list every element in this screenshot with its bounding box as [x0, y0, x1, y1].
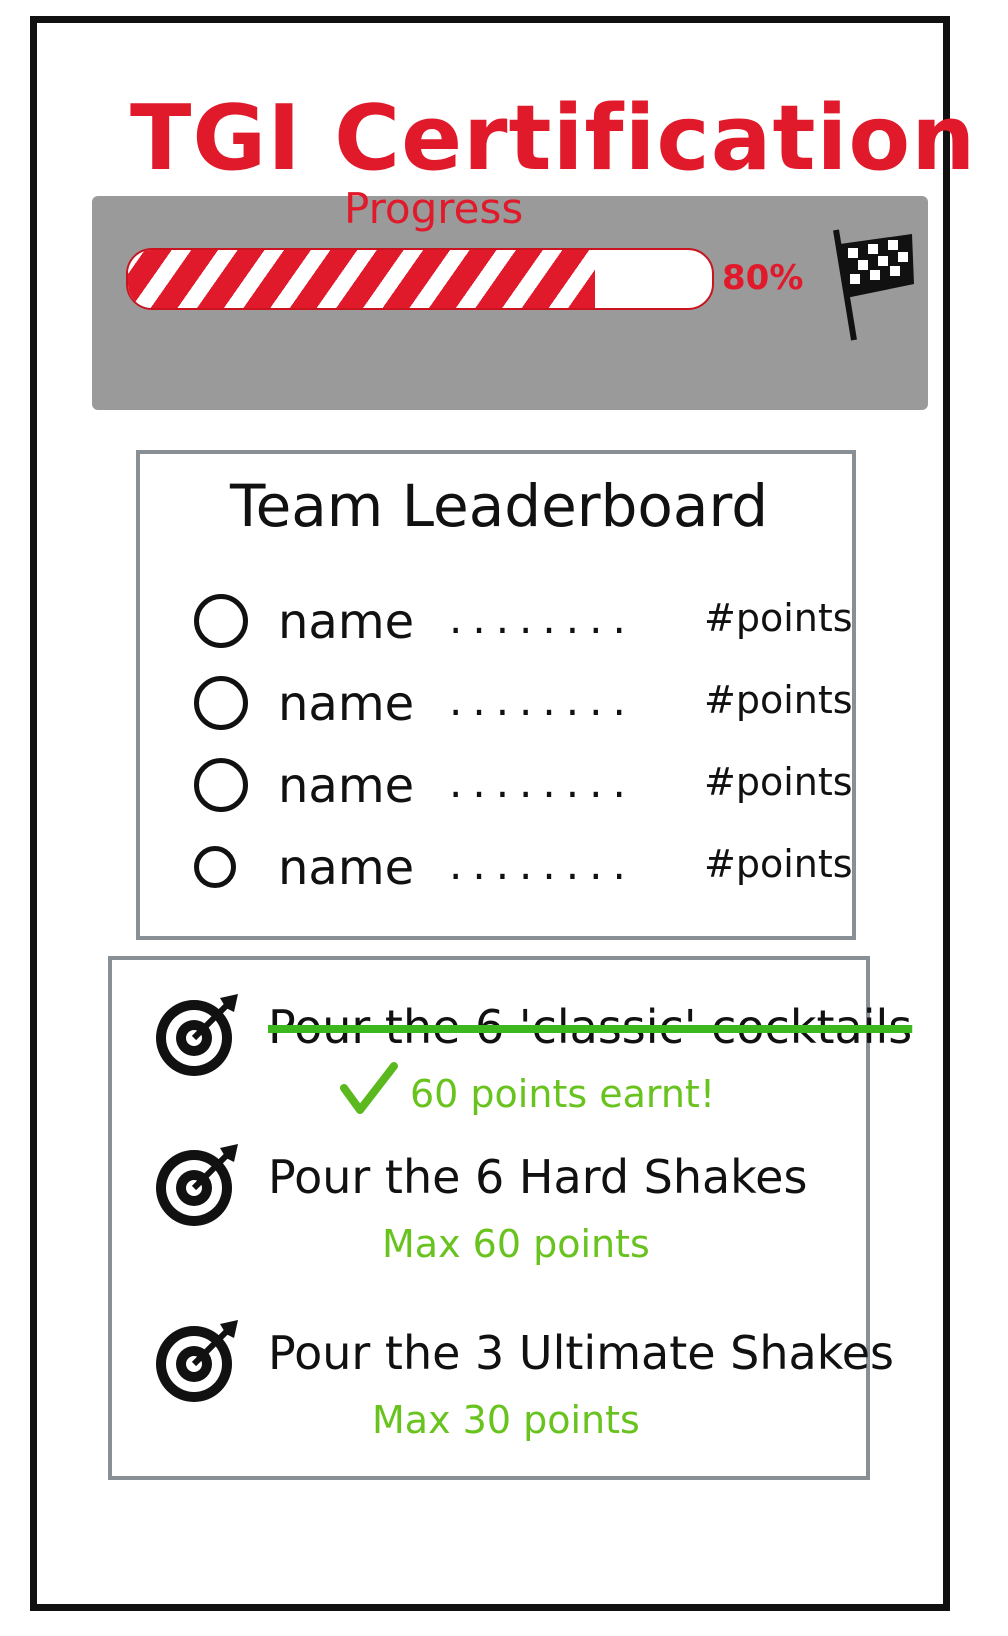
progress-value: 80%: [722, 258, 804, 298]
check-icon: [340, 1062, 398, 1114]
leaderboard-points: #points: [704, 760, 853, 804]
team-leaderboard: Team Leaderboard name ........ #points n…: [136, 450, 856, 940]
goal-item[interactable]: Pour the 6 Hard Shakes Max 60 points: [150, 1140, 850, 1290]
target-icon: [156, 994, 238, 1076]
finish-flag-icon: [833, 229, 914, 341]
avatar-icon: [194, 758, 248, 812]
leaderboard-title: Team Leaderboard: [230, 472, 769, 540]
leaderboard-name: name: [278, 594, 415, 650]
avatar-icon: [194, 676, 248, 730]
goal-note: Max 60 points: [382, 1222, 650, 1266]
goal-title: Pour the 6 Hard Shakes: [268, 1150, 808, 1204]
progress-panel: Progress 80%: [92, 184, 928, 410]
progress-fill: [128, 250, 596, 308]
target-icon: [156, 1144, 238, 1226]
leaderboard-name: name: [278, 676, 415, 732]
avatar-icon: [194, 594, 248, 648]
leaderboard-points: #points: [704, 596, 853, 640]
goal-title: Pour the 3 Ultimate Shakes: [268, 1326, 894, 1380]
leaderboard-row[interactable]: name ........ #points: [194, 668, 853, 744]
goal-item[interactable]: Pour the 3 Ultimate Shakes Max 30 points: [150, 1316, 894, 1466]
leaderboard-row[interactable]: name ........ #points: [194, 586, 853, 662]
goal-note: 60 points earnt!: [410, 1072, 716, 1116]
leaderboard-name: name: [278, 758, 415, 814]
progress-label: Progress: [344, 184, 524, 233]
goal-note: Max 30 points: [372, 1398, 640, 1442]
leaderboard-row[interactable]: name ........ #points: [194, 750, 853, 826]
leaderboard-points: #points: [704, 842, 853, 886]
leader-dots: ........: [449, 840, 636, 889]
goal-title: Pour the 6 'classic' cocktails: [268, 1000, 913, 1054]
leader-dots: ........: [449, 676, 636, 725]
leaderboard-points: #points: [704, 678, 853, 722]
certification-goals: Pour the 6 'classic' cocktails 60 points…: [108, 956, 912, 1480]
page-title: TGI Certification: [130, 86, 977, 191]
progress-bar: [126, 248, 714, 310]
leaderboard-name: name: [278, 840, 415, 896]
avatar-icon: [194, 846, 236, 888]
leaderboard-row[interactable]: name ........ #points: [194, 832, 853, 908]
leader-dots: ........: [449, 594, 636, 643]
goal-item[interactable]: Pour the 6 'classic' cocktails 60 points…: [150, 990, 912, 1140]
leader-dots: ........: [449, 758, 636, 807]
target-icon: [156, 1320, 238, 1402]
